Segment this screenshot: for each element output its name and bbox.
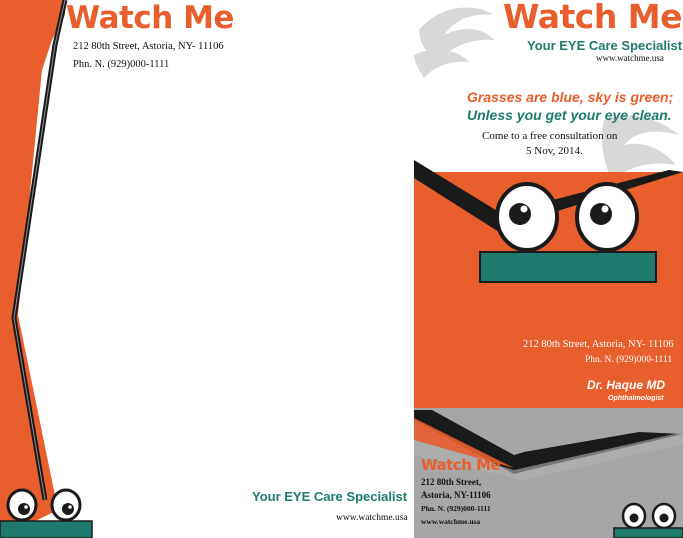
- doctor-title: Ophthalmologist: [608, 395, 664, 402]
- right-tagline: Your EYE Care Specialist: [527, 38, 683, 53]
- left-tagline: Your EYE Care Specialist: [252, 489, 408, 504]
- left-address: 212 80th Street, Astoria, NY- 11106: [73, 41, 224, 52]
- slogan-line-1: Grasses are blue, sky is green;: [467, 89, 674, 105]
- consult-line-1: Come to a free consultation on: [482, 130, 618, 142]
- left-phone: Phn. N. (929)000-1111: [73, 59, 170, 70]
- teal-block: [479, 251, 657, 283]
- card-website: www.watchme.usa: [421, 517, 481, 526]
- left-orange-band: [0, 0, 65, 538]
- right-address: 212 80th Street, Astoria, NY- 11106: [523, 339, 674, 350]
- right-phone: Phn. N. (929)000-1111: [585, 355, 673, 365]
- card-phone: Phn. N. (929)000-1111: [421, 504, 491, 513]
- card-brand-logo: Watch Me: [421, 456, 501, 474]
- small-teal-bar: [613, 527, 683, 538]
- card-address-1: 212 80th Street,: [421, 477, 482, 487]
- doctor-name: Dr. Haque MD: [587, 378, 666, 392]
- left-brand-logo: Watch Me: [66, 0, 234, 36]
- slogan-line-2: Unless you get your eye clean.: [467, 107, 672, 123]
- right-brand-logo: Watch Me: [503, 0, 683, 36]
- left-teal-bar: [0, 520, 93, 538]
- consult-line-2: 5 Nov, 2014.: [526, 145, 583, 157]
- right-website: www.watchme.usa: [596, 53, 664, 63]
- left-decor: [0, 0, 93, 538]
- card-address-2: Astoria, NY-11106: [421, 490, 491, 500]
- left-website: www.watchme.usa: [336, 513, 408, 523]
